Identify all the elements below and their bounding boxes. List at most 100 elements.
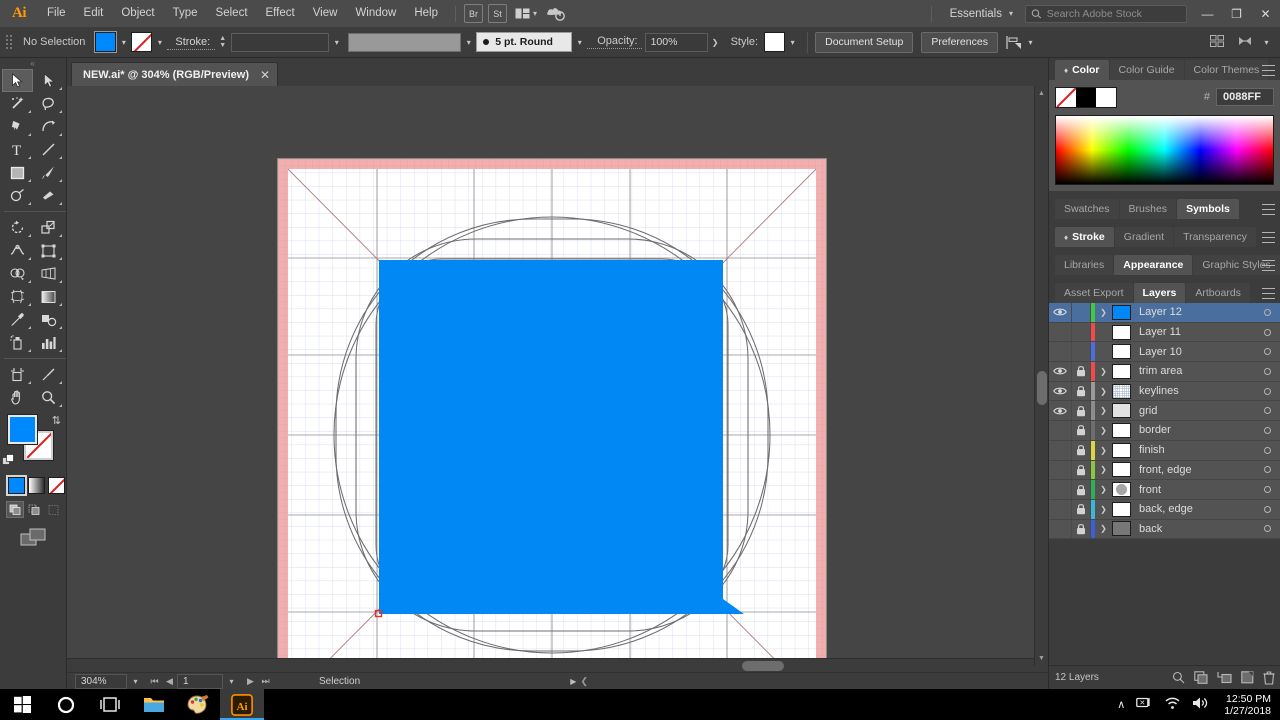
visibility-toggle-icon[interactable] [1049,362,1071,381]
layer-name[interactable]: keylines [1139,385,1254,397]
draw-normal-button[interactable] [6,501,24,518]
variable-width-profile-field[interactable] [348,32,462,52]
gradient-tool[interactable] [33,285,64,308]
menu-object[interactable]: Object [112,0,163,27]
expand-layer-icon[interactable]: ❯ [1095,441,1112,460]
stroke-dropdown-icon[interactable]: ▾ [152,32,167,52]
layer-name[interactable]: finish [1139,444,1254,456]
line-segment-tool[interactable] [33,138,64,161]
layer-row[interactable]: ❯ back [1049,519,1280,540]
scroll-up-icon[interactable]: ▲ [1038,90,1045,97]
start-button[interactable] [0,689,44,720]
lock-toggle-icon[interactable] [1071,440,1091,460]
stroke-weight-dropdown-icon[interactable]: ▾ [329,32,344,52]
visibility-toggle-icon[interactable] [1049,441,1071,460]
visibility-toggle-icon[interactable] [1049,421,1071,440]
scroll-down-icon[interactable]: ▼ [1038,655,1045,662]
layer-row[interactable]: ❯ front [1049,480,1280,500]
layer-name[interactable]: Layer 10 [1139,346,1254,358]
layer-target-icon[interactable] [1254,348,1280,356]
adobe-stock-search[interactable] [1025,4,1187,23]
curvature-tool[interactable] [33,115,64,138]
selection-tool[interactable] [2,69,33,92]
draw-behind-button[interactable] [25,501,43,518]
menu-file[interactable]: File [38,0,75,27]
paint-button[interactable] [176,689,220,720]
first-artboard-icon[interactable]: ⏮ [147,674,162,689]
bridge-icon[interactable]: Br [464,4,483,23]
tab-color[interactable]: ♦ Color [1055,60,1109,80]
tab-libraries[interactable]: Libraries [1055,255,1114,275]
last-artboard-icon[interactable]: ⏭ [258,674,273,689]
layers-group-menu-icon[interactable] [1262,288,1275,299]
status-text[interactable]: Selection [319,676,360,687]
layer-target-icon[interactable] [1254,466,1280,474]
visibility-toggle-icon[interactable] [1049,342,1071,361]
menu-effect[interactable]: Effect [257,0,304,27]
opacity-label[interactable]: Opacity: [587,35,642,49]
previous-artboard-icon[interactable]: ◀ [162,674,177,689]
document-setup-button[interactable]: Document Setup [815,31,914,53]
lock-toggle-icon[interactable] [1071,362,1091,381]
layer-target-icon[interactable] [1254,387,1280,395]
gradient-mode-button[interactable] [28,477,45,494]
menu-window[interactable]: Window [346,0,405,27]
paintbrush-tool[interactable] [33,161,64,184]
layer-row[interactable]: ❯ front, edge [1049,460,1280,481]
vertical-scrollbar[interactable]: ▲ ▼ [1034,86,1048,666]
tab-gradient[interactable]: Gradient [1114,227,1174,247]
window-close-button[interactable]: ✕ [1251,0,1280,27]
cortana-button[interactable] [44,689,88,720]
zoom-level-field[interactable]: 304% [75,673,127,689]
menu-help[interactable]: Help [405,0,447,27]
stroke-weight-field[interactable] [231,32,330,52]
layer-name[interactable]: front, edge [1139,464,1254,476]
tab-asset-export[interactable]: Asset Export [1055,283,1133,303]
layer-row[interactable]: Layer 11 [1049,322,1280,343]
layer-target-icon[interactable] [1254,525,1280,533]
network-icon[interactable]: ✕ [1136,696,1153,713]
none-swatch[interactable] [1056,87,1076,107]
slice-tool[interactable] [33,363,64,386]
layer-target-icon[interactable] [1254,446,1280,454]
create-new-layer-icon[interactable] [1241,671,1254,684]
rotate-tool[interactable] [2,216,33,239]
lock-toggle-icon[interactable] [1071,421,1091,440]
lock-toggle-icon[interactable] [1071,303,1091,322]
layer-target-icon[interactable] [1254,486,1280,494]
layer-target-icon[interactable] [1254,367,1280,375]
style-dropdown-icon[interactable]: ▾ [785,32,800,52]
expand-layer-icon[interactable] [1095,323,1112,342]
none-mode-button[interactable] [48,477,65,494]
transform-align-icon[interactable] [1231,35,1259,50]
brush-dropdown-icon[interactable]: ▾ [572,32,587,52]
next-artboard-icon[interactable]: ▶ [243,674,258,689]
hex-input[interactable]: 0088FF [1216,88,1274,106]
create-sublayer-icon[interactable] [1217,671,1232,684]
workspace-switcher[interactable]: Essentials ▾ [940,8,1019,20]
layer-name[interactable]: Layer 12 [1139,306,1254,318]
layer-name[interactable]: back, edge [1139,503,1254,515]
zoom-dropdown-icon[interactable]: ▾ [127,674,144,689]
perspective-grid-tool[interactable] [33,262,64,285]
lock-toggle-icon[interactable] [1071,499,1091,519]
opacity-field[interactable]: 100% [644,32,708,52]
lock-toggle-icon[interactable] [1071,480,1091,499]
arrange-grid-icon[interactable] [1203,34,1231,50]
mesh-tool[interactable] [2,285,33,308]
layer-target-icon[interactable] [1254,328,1280,336]
visibility-toggle-icon[interactable] [1049,461,1071,480]
expand-layer-icon[interactable]: ❯ [1095,401,1112,420]
expand-layer-icon[interactable] [1095,342,1112,361]
lock-toggle-icon[interactable] [1071,401,1091,421]
variable-width-dropdown-icon[interactable]: ▾ [461,32,476,52]
white-swatch[interactable] [1096,87,1116,107]
expand-layer-icon[interactable]: ❯ [1095,480,1112,499]
brush-definition-field[interactable]: 5 pt. Round [476,32,573,52]
menu-select[interactable]: Select [207,0,257,27]
align-dropdown-icon[interactable]: ▾ [1023,32,1038,52]
lock-toggle-icon[interactable] [1071,460,1091,480]
tab-layers[interactable]: Layers [1133,283,1186,303]
magic-wand-tool[interactable] [2,92,33,115]
layer-name[interactable]: front [1139,484,1254,496]
